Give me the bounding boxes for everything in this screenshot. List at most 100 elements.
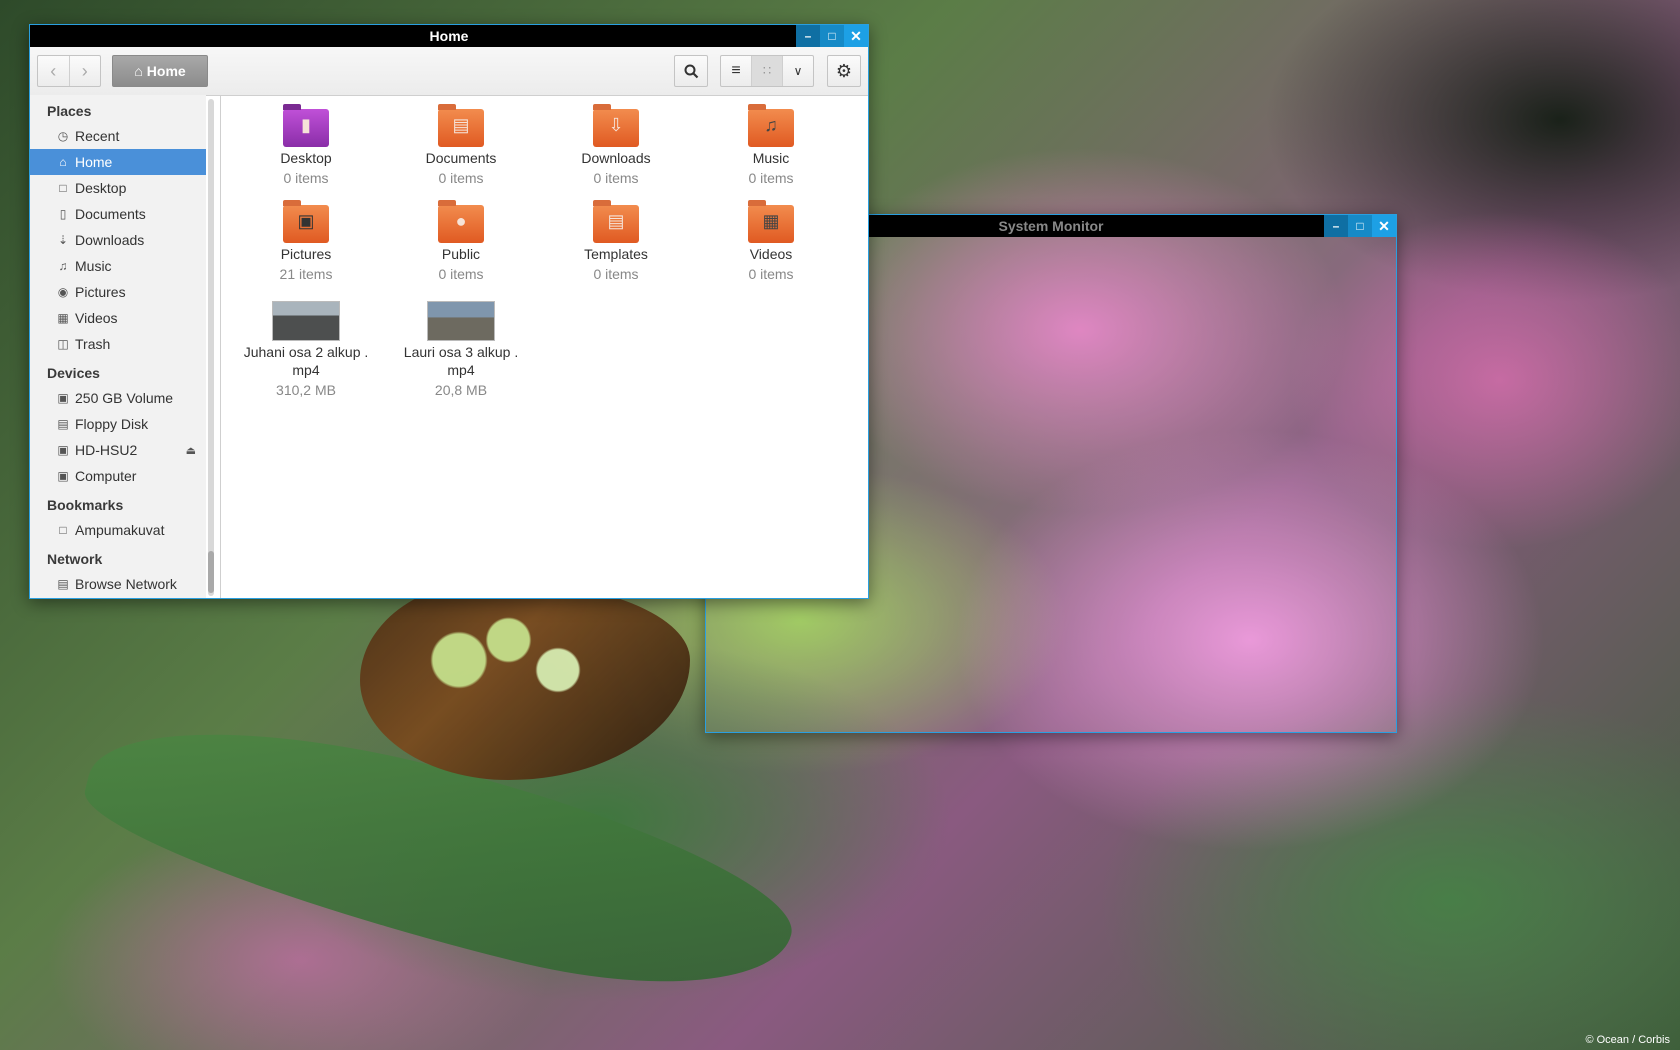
sidebar-item-floppy-disk[interactable]: ▤ Floppy Disk [30,411,206,437]
file-item-templates[interactable]: ▤ Templates 0 items [541,200,691,283]
sidebar-item-trash[interactable]: ◫ Trash [30,331,206,357]
file-view[interactable]: ▮ Desktop 0 items ▤ Documents 0 items ⇩ … [221,95,868,598]
trash-icon: ◫ [57,337,69,351]
sidebar-item-label: Recent [75,128,120,144]
sidebar-item-label: Ampumakuvat [75,522,165,538]
chevron-left-icon: ‹ [50,60,57,81]
minimize-button[interactable]: – [796,25,820,47]
sidebar-item-documents[interactable]: ▯ Documents [30,201,206,227]
gear-icon: ⚙ [835,60,853,81]
sidebar-item-label: Pictures [75,284,126,300]
minimize-button[interactable]: – [1324,215,1348,237]
chevron-right-icon: › [81,60,88,81]
film-icon: ▦ [57,311,69,325]
scrollbar-thumb[interactable] [208,551,214,593]
file-meta: 0 items [283,170,329,186]
navigation-buttons: ‹ › [37,55,101,87]
file-meta: 0 items [438,266,484,282]
toolbar: ‹ › ⌂ Home ≡ ∷ ∨ ⚙ [30,47,868,96]
eject-icon[interactable]: ⏏ [186,444,196,457]
maximize-button[interactable]: □ [820,25,844,47]
sidebar-item-recent[interactable]: ◷ Recent [30,123,206,149]
sidebar-item-computer[interactable]: ▣ Computer [30,463,206,489]
sidebar-header-network: Network [47,551,103,567]
file-item-videos[interactable]: ▦ Videos 0 items [696,200,846,283]
music-icon: ♫ [58,259,68,273]
sidebar-header-places: Places [47,103,92,119]
search-button[interactable] [674,55,708,87]
file-name: Public [441,246,481,262]
close-button[interactable]: ✕ [1372,215,1396,237]
file-meta: 310,2 MB [276,382,336,398]
sidebar-item-250gb-volume[interactable]: ▣ 250 GB Volume [30,385,206,411]
document-icon: ▯ [59,207,67,221]
sidebar-item-label: Documents [75,206,146,222]
file-name: Music [752,150,790,166]
sidebar-item-label: Computer [75,468,137,484]
view-options-button[interactable]: ∨ [782,56,813,86]
wallpaper-credit: © Ocean / Corbis [1585,1034,1670,1046]
settings-button[interactable]: ⚙ [827,55,861,87]
sidebar-item-label: Downloads [75,232,145,248]
wallpaper-butterfly [360,580,690,780]
sidebar-item-ampumakuvat[interactable]: □ Ampumakuvat [30,517,206,543]
sidebar-scrollbar[interactable] [208,99,214,596]
sidebar-item-downloads[interactable]: ⇣ Downloads [30,227,206,253]
sidebar-header-devices: Devices [47,365,100,381]
network-icon: ▤ [57,577,69,591]
templates-folder-icon: ▤ [593,200,639,243]
breadcrumb-label: Home [146,63,186,79]
file-item-documents[interactable]: ▤ Documents 0 items [386,104,536,187]
file-meta: 0 items [438,170,484,186]
sidebar-item-label: Music [75,258,112,274]
close-button[interactable]: ✕ [844,25,868,47]
video-thumbnail [427,301,495,341]
sidebar-item-music[interactable]: ♫ Music [30,253,206,279]
sidebar-item-desktop[interactable]: □ Desktop [30,175,206,201]
file-name: Documents [425,150,497,166]
sidebar-item-label: Desktop [75,180,127,196]
video-thumbnail [272,301,340,341]
music-folder-icon: ♫ [748,104,794,147]
file-manager-titlebar[interactable]: Home – □ ✕ [30,25,868,47]
sidebar-item-home[interactable]: ⌂ Home [30,149,206,175]
window-title: System Monitor [998,218,1104,234]
list-view-icon: ≡ [731,62,741,79]
file-item-public[interactable]: ● Public 0 items [386,200,536,283]
maximize-button[interactable]: □ [1348,215,1372,237]
home-icon: ⌂ [134,63,143,79]
file-name: Downloads [581,150,651,166]
sidebar-item-pictures[interactable]: ◉ Pictures [30,279,206,305]
file-meta: 0 items [593,266,639,282]
file-meta: 20,8 MB [434,382,488,398]
sidebar-item-browse-network[interactable]: ▤ Browse Network [30,571,206,597]
file-name-line1: Juhani osa 2 alkup . [243,344,369,360]
sidebar-item-videos[interactable]: ▦ Videos [30,305,206,331]
file-meta: 0 items [748,170,794,186]
file-item-downloads[interactable]: ⇩ Downloads 0 items [541,104,691,187]
file-item-juhani-video[interactable]: Juhani osa 2 alkup . mp4 310,2 MB [231,301,381,399]
home-icon: ⌂ [59,155,67,169]
file-item-pictures[interactable]: ▣ Pictures 21 items [231,200,381,283]
clock-icon: ◷ [57,129,69,143]
breadcrumb-home[interactable]: ⌂ Home [112,55,208,87]
folder-icon: □ [59,523,67,537]
file-item-music[interactable]: ♫ Music 0 items [696,104,846,187]
drive-icon: ▣ [57,443,69,457]
grid-view-button[interactable]: ∷ [751,56,782,86]
file-name-line2: mp4 [447,362,475,378]
sidebar-item-hd-hsu2[interactable]: ▣ HD-HSU2 ⏏ [30,437,206,463]
window-title: Home [429,28,469,44]
grid-view-icon: ∷ [762,63,772,78]
file-item-lauri-video[interactable]: Lauri osa 3 alkup . mp4 20,8 MB [386,301,536,399]
back-button[interactable]: ‹ [38,56,69,86]
public-folder-icon: ● [438,200,484,243]
sidebar-item-label: Trash [75,336,111,352]
forward-button[interactable]: › [68,56,101,86]
file-manager-window[interactable]: Home – □ ✕ ‹ › ⌂ Home ≡ ∷ ∨ ⚙ Places ◷ Re… [29,24,869,599]
floppy-icon: ▤ [57,417,69,431]
pictures-folder-icon: ▣ [283,200,329,243]
file-item-desktop[interactable]: ▮ Desktop 0 items [231,104,381,187]
list-view-button[interactable]: ≡ [721,56,751,86]
file-meta: 0 items [748,266,794,282]
